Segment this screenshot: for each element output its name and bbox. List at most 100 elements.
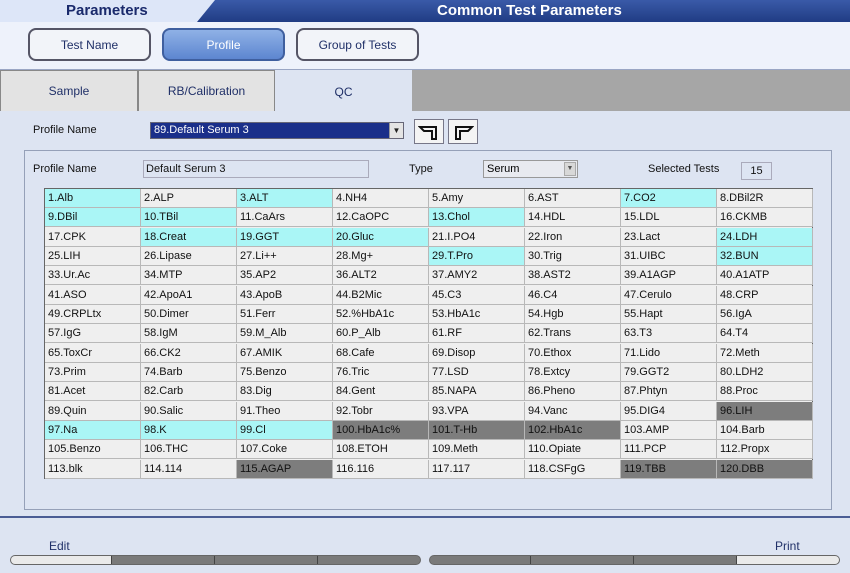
test-cell[interactable]: 108.ETOH bbox=[333, 440, 429, 459]
test-cell[interactable]: 38.AST2 bbox=[525, 266, 621, 285]
test-cell[interactable]: 99.Cl bbox=[237, 421, 333, 440]
test-cell[interactable]: 104.Barb bbox=[717, 421, 813, 440]
test-cell[interactable]: 23.Lact bbox=[621, 228, 717, 247]
test-cell[interactable]: 116.116 bbox=[333, 460, 429, 479]
test-cell[interactable]: 96.LIH bbox=[717, 402, 813, 421]
test-cell[interactable]: 7.CO2 bbox=[621, 189, 717, 208]
test-cell[interactable]: 93.VPA bbox=[429, 402, 525, 421]
profile-button[interactable]: Profile bbox=[162, 28, 285, 61]
test-cell[interactable]: 43.ApoB bbox=[237, 286, 333, 305]
test-cell[interactable]: 92.Tobr bbox=[333, 402, 429, 421]
test-cell[interactable]: 73.Prim bbox=[45, 363, 141, 382]
test-cell[interactable]: 52.%HbA1c bbox=[333, 305, 429, 324]
test-cell[interactable]: 107.Coke bbox=[237, 440, 333, 459]
test-cell[interactable]: 60.P_Alb bbox=[333, 324, 429, 343]
test-cell[interactable]: 20.Gluc bbox=[333, 228, 429, 247]
test-cell[interactable]: 118.CSFgG bbox=[525, 460, 621, 479]
test-cell[interactable]: 112.Propx bbox=[717, 440, 813, 459]
test-cell[interactable]: 41.ASO bbox=[45, 286, 141, 305]
test-cell[interactable]: 84.Gent bbox=[333, 382, 429, 401]
test-cell[interactable]: 29.T.Pro bbox=[429, 247, 525, 266]
type-select[interactable]: Serum ▼ bbox=[483, 160, 578, 178]
test-cell[interactable]: 25.LIH bbox=[45, 247, 141, 266]
test-cell[interactable]: 22.Iron bbox=[525, 228, 621, 247]
test-cell[interactable]: 69.Disop bbox=[429, 344, 525, 363]
test-cell[interactable]: 88.Proc bbox=[717, 382, 813, 401]
test-cell[interactable]: 71.Lido bbox=[621, 344, 717, 363]
print-button-bar[interactable] bbox=[429, 555, 840, 565]
test-cell[interactable]: 98.K bbox=[141, 421, 237, 440]
test-cell[interactable]: 33.Ur.Ac bbox=[45, 266, 141, 285]
test-cell[interactable]: 9.DBil bbox=[45, 208, 141, 227]
export-profile-button[interactable] bbox=[448, 119, 478, 144]
test-cell[interactable]: 54.Hgb bbox=[525, 305, 621, 324]
test-cell[interactable]: 16.CKMB bbox=[717, 208, 813, 227]
test-cell[interactable]: 94.Vanc bbox=[525, 402, 621, 421]
test-cell[interactable]: 113.blk bbox=[45, 460, 141, 479]
test-cell[interactable]: 48.CRP bbox=[717, 286, 813, 305]
test-cell[interactable]: 46.C4 bbox=[525, 286, 621, 305]
test-cell[interactable]: 95.DIG4 bbox=[621, 402, 717, 421]
test-cell[interactable]: 100.HbA1c% bbox=[333, 421, 429, 440]
test-cell[interactable]: 102.HbA1c bbox=[525, 421, 621, 440]
test-cell[interactable]: 40.A1ATP bbox=[717, 266, 813, 285]
test-cell[interactable]: 56.IgA bbox=[717, 305, 813, 324]
test-cell[interactable]: 47.Cerulo bbox=[621, 286, 717, 305]
group-of-tests-button[interactable]: Group of Tests bbox=[296, 28, 419, 61]
test-cell[interactable]: 80.LDH2 bbox=[717, 363, 813, 382]
test-cell[interactable]: 83.Dig bbox=[237, 382, 333, 401]
test-cell[interactable]: 17.CPK bbox=[45, 228, 141, 247]
test-cell[interactable]: 82.Carb bbox=[141, 382, 237, 401]
test-cell[interactable]: 34.MTP bbox=[141, 266, 237, 285]
tab-sample[interactable]: Sample bbox=[0, 70, 138, 111]
test-cell[interactable]: 111.PCP bbox=[621, 440, 717, 459]
test-cell[interactable]: 27.Li++ bbox=[237, 247, 333, 266]
test-cell[interactable]: 53.HbA1c bbox=[429, 305, 525, 324]
test-cell[interactable]: 85.NAPA bbox=[429, 382, 525, 401]
test-cell[interactable]: 26.Lipase bbox=[141, 247, 237, 266]
profile-name-input[interactable]: Default Serum 3 bbox=[143, 160, 369, 178]
test-cell[interactable]: 45.C3 bbox=[429, 286, 525, 305]
test-cell[interactable]: 8.DBil2R bbox=[717, 189, 813, 208]
test-cell[interactable]: 35.AP2 bbox=[237, 266, 333, 285]
test-cell[interactable]: 39.A1AGP bbox=[621, 266, 717, 285]
test-cell[interactable]: 6.AST bbox=[525, 189, 621, 208]
test-cell[interactable]: 72.Meth bbox=[717, 344, 813, 363]
test-cell[interactable]: 62.Trans bbox=[525, 324, 621, 343]
test-cell[interactable]: 37.AMY2 bbox=[429, 266, 525, 285]
test-cell[interactable]: 74.Barb bbox=[141, 363, 237, 382]
test-cell[interactable]: 51.Ferr bbox=[237, 305, 333, 324]
test-cell[interactable]: 11.CaArs bbox=[237, 208, 333, 227]
test-cell[interactable]: 78.Extcy bbox=[525, 363, 621, 382]
test-cell[interactable]: 36.ALT2 bbox=[333, 266, 429, 285]
test-cell[interactable]: 106.THC bbox=[141, 440, 237, 459]
test-cell[interactable]: 28.Mg+ bbox=[333, 247, 429, 266]
test-cell[interactable]: 3.ALT bbox=[237, 189, 333, 208]
test-cell[interactable]: 13.Chol bbox=[429, 208, 525, 227]
test-cell[interactable]: 90.Salic bbox=[141, 402, 237, 421]
test-cell[interactable]: 87.Phtyn bbox=[621, 382, 717, 401]
test-cell[interactable]: 101.T-Hb bbox=[429, 421, 525, 440]
test-cell[interactable]: 1.Alb bbox=[45, 189, 141, 208]
test-cell[interactable]: 55.Hapt bbox=[621, 305, 717, 324]
test-cell[interactable]: 42.ApoA1 bbox=[141, 286, 237, 305]
test-cell[interactable]: 61.RF bbox=[429, 324, 525, 343]
test-cell[interactable]: 44.B2Mic bbox=[333, 286, 429, 305]
test-cell[interactable]: 5.Amy bbox=[429, 189, 525, 208]
profile-select[interactable]: 89.Default Serum 3 ▼ bbox=[150, 122, 404, 139]
test-cell[interactable]: 49.CRPLtx bbox=[45, 305, 141, 324]
test-cell[interactable]: 63.T3 bbox=[621, 324, 717, 343]
import-profile-button[interactable] bbox=[414, 119, 444, 144]
test-cell[interactable]: 64.T4 bbox=[717, 324, 813, 343]
test-cell[interactable]: 30.Trig bbox=[525, 247, 621, 266]
test-cell[interactable]: 4.NH4 bbox=[333, 189, 429, 208]
test-cell[interactable]: 24.LDH bbox=[717, 228, 813, 247]
test-cell[interactable]: 68.Cafe bbox=[333, 344, 429, 363]
test-cell[interactable]: 110.Opiate bbox=[525, 440, 621, 459]
edit-button-bar[interactable] bbox=[10, 555, 421, 565]
test-cell[interactable]: 77.LSD bbox=[429, 363, 525, 382]
test-cell[interactable]: 86.Pheno bbox=[525, 382, 621, 401]
test-cell[interactable]: 66.CK2 bbox=[141, 344, 237, 363]
test-cell[interactable]: 58.IgM bbox=[141, 324, 237, 343]
test-cell[interactable]: 21.I.PO4 bbox=[429, 228, 525, 247]
